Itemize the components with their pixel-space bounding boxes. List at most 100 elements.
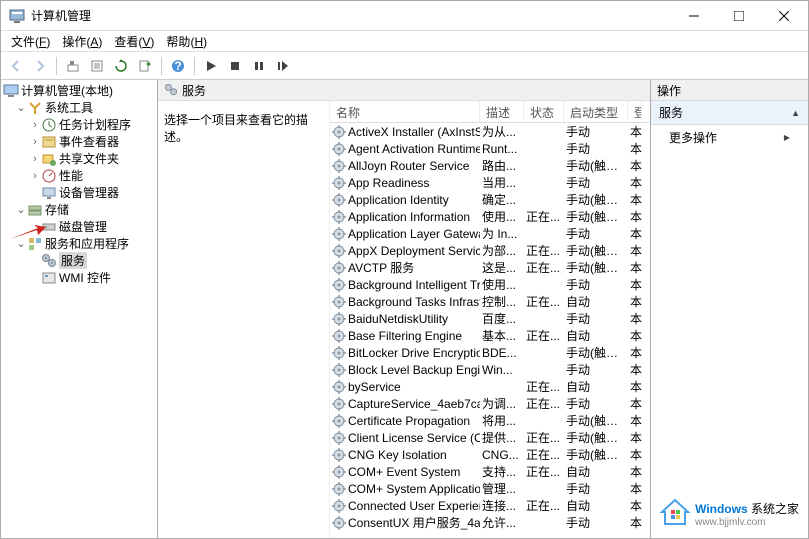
service-row[interactable]: Application Layer Gateway ...为 In...手动本: [330, 225, 650, 242]
service-logon: 本: [628, 140, 642, 157]
toolbar-separator: [161, 57, 162, 75]
tools-icon: [27, 100, 43, 116]
tree-performance[interactable]: › 性能: [3, 167, 155, 184]
tree-services[interactable]: 服务: [3, 252, 155, 269]
tree-task-scheduler[interactable]: › 任务计划程序: [3, 116, 155, 133]
service-startup: 手动: [564, 514, 628, 531]
expand-icon[interactable]: ›: [29, 170, 41, 182]
export-button[interactable]: [134, 55, 156, 77]
service-row[interactable]: AppX Deployment Service ...为部...正在...手动(…: [330, 242, 650, 259]
column-startup[interactable]: 启动类型: [564, 101, 628, 122]
service-row[interactable]: COM+ System Application管理...手动本: [330, 480, 650, 497]
service-startup: 手动(触发...: [564, 259, 628, 276]
pause-service-button[interactable]: [248, 55, 270, 77]
forward-button[interactable]: [29, 55, 51, 77]
service-name: ConsentUX 用户服务_4aeb...: [348, 514, 480, 531]
service-desc: 连接...: [480, 497, 524, 514]
service-logon: 本: [628, 293, 642, 310]
service-row[interactable]: Background Intelligent Tra...使用...手动本: [330, 276, 650, 293]
service-row[interactable]: Application Identity确定...手动(触发...本: [330, 191, 650, 208]
tree-event-viewer[interactable]: › 事件查看器: [3, 133, 155, 150]
start-service-button[interactable]: [200, 55, 222, 77]
service-row[interactable]: ActiveX Installer (AxInstSV)为从...手动本: [330, 123, 650, 140]
list-header: 名称 描述 状态 启动类型 登: [330, 101, 650, 123]
service-startup: 手动: [564, 480, 628, 497]
menu-file[interactable]: 文件(F): [5, 31, 56, 52]
service-logon: 本: [628, 208, 642, 225]
minimize-button[interactable]: [671, 2, 716, 30]
tree-shared-folders[interactable]: › 共享文件夹: [3, 150, 155, 167]
menubar: 文件(F) 操作(A) 查看(V) 帮助(H): [1, 31, 808, 52]
wmi-icon: [41, 270, 57, 286]
tree-root[interactable]: 计算机管理(本地): [3, 82, 155, 99]
service-desc: BDE...: [480, 346, 524, 360]
column-logon[interactable]: 登: [628, 101, 642, 122]
service-row[interactable]: Agent Activation Runtime_...Runt...手动本: [330, 140, 650, 157]
service-status: 正在...: [524, 395, 564, 412]
menu-help[interactable]: 帮助(H): [160, 31, 213, 52]
service-row[interactable]: App Readiness当用...手动本: [330, 174, 650, 191]
help-button[interactable]: ?: [167, 55, 189, 77]
service-row[interactable]: Application Information使用...正在...手动(触发..…: [330, 208, 650, 225]
restart-service-button[interactable]: [272, 55, 294, 77]
gear-icon: [332, 448, 346, 462]
description-prompt: 选择一个项目来查看它的描述。: [164, 113, 308, 144]
menu-view[interactable]: 查看(V): [108, 31, 160, 52]
service-row[interactable]: byService正在...自动本: [330, 378, 650, 395]
up-button[interactable]: [62, 55, 84, 77]
column-status[interactable]: 状态: [524, 101, 564, 122]
back-button[interactable]: [5, 55, 27, 77]
service-row[interactable]: BitLocker Drive Encryption ...BDE...手动(触…: [330, 344, 650, 361]
service-startup: 手动(触发...: [564, 429, 628, 446]
service-row[interactable]: Client License Service (Clip...提供...正在..…: [330, 429, 650, 446]
maximize-button[interactable]: [716, 2, 761, 30]
service-startup: 手动(触发...: [564, 344, 628, 361]
tree-wmi[interactable]: WMI 控件: [3, 269, 155, 286]
description-panel: 选择一个项目来查看它的描述。: [158, 101, 330, 538]
service-row[interactable]: Base Filtering Engine基本...正在...自动本: [330, 327, 650, 344]
service-startup: 手动: [564, 395, 628, 412]
service-name: Background Intelligent Tra...: [348, 278, 480, 292]
properties-button[interactable]: [86, 55, 108, 77]
service-row[interactable]: AllJoyn Router Service路由...手动(触发...本: [330, 157, 650, 174]
service-row[interactable]: Background Tasks Infrastru...控制...正在...自…: [330, 293, 650, 310]
service-row[interactable]: ConsentUX 用户服务_4aeb...允许...手动本: [330, 514, 650, 531]
gear-icon: [332, 380, 346, 394]
column-name[interactable]: 名称: [330, 101, 480, 122]
center-title: 服务: [182, 82, 206, 99]
service-row[interactable]: COM+ Event System支持...正在...自动本: [330, 463, 650, 480]
collapse-icon[interactable]: ⌄: [15, 203, 27, 216]
services-icon: [41, 253, 57, 269]
stop-service-button[interactable]: [224, 55, 246, 77]
expand-icon[interactable]: ›: [29, 136, 41, 148]
expand-icon[interactable]: ›: [29, 153, 41, 165]
service-name: Background Tasks Infrastru...: [348, 295, 480, 309]
service-logon: 本: [628, 361, 642, 378]
service-startup: 自动: [564, 463, 628, 480]
refresh-button[interactable]: [110, 55, 132, 77]
service-desc: Win...: [480, 363, 524, 377]
service-row[interactable]: AVCTP 服务这是...正在...手动(触发...本: [330, 259, 650, 276]
service-logon: 本: [628, 463, 642, 480]
menu-action[interactable]: 操作(A): [56, 31, 108, 52]
tree-system-tools[interactable]: ⌄ 系统工具: [3, 99, 155, 116]
collapse-icon[interactable]: ⌄: [15, 101, 27, 114]
expand-icon[interactable]: ›: [29, 119, 41, 131]
service-desc: 使用...: [480, 208, 524, 225]
service-row[interactable]: Block Level Backup Engine ...Win...手动本: [330, 361, 650, 378]
service-row[interactable]: Connected User Experienc...连接...正在...自动本: [330, 497, 650, 514]
actions-more[interactable]: 更多操作 ▶: [651, 125, 808, 150]
performance-icon: [41, 168, 57, 184]
column-description[interactable]: 描述: [480, 101, 524, 122]
actions-section-services[interactable]: 服务 ▲: [651, 101, 808, 125]
service-row[interactable]: CNG Key IsolationCNG...正在...手动(触发...本: [330, 446, 650, 463]
service-row[interactable]: BaiduNetdiskUtility百度...手动本: [330, 310, 650, 327]
service-startup: 手动: [564, 225, 628, 242]
close-button[interactable]: [761, 2, 806, 30]
service-row[interactable]: CaptureService_4aeb7ca为调...正在...手动本: [330, 395, 650, 412]
tree-device-manager[interactable]: 设备管理器: [3, 184, 155, 201]
service-row[interactable]: Certificate Propagation将用...手动(触发...本: [330, 412, 650, 429]
tree-storage[interactable]: ⌄ 存储: [3, 201, 155, 218]
service-logon: 本: [628, 327, 642, 344]
share-icon: [41, 151, 57, 167]
